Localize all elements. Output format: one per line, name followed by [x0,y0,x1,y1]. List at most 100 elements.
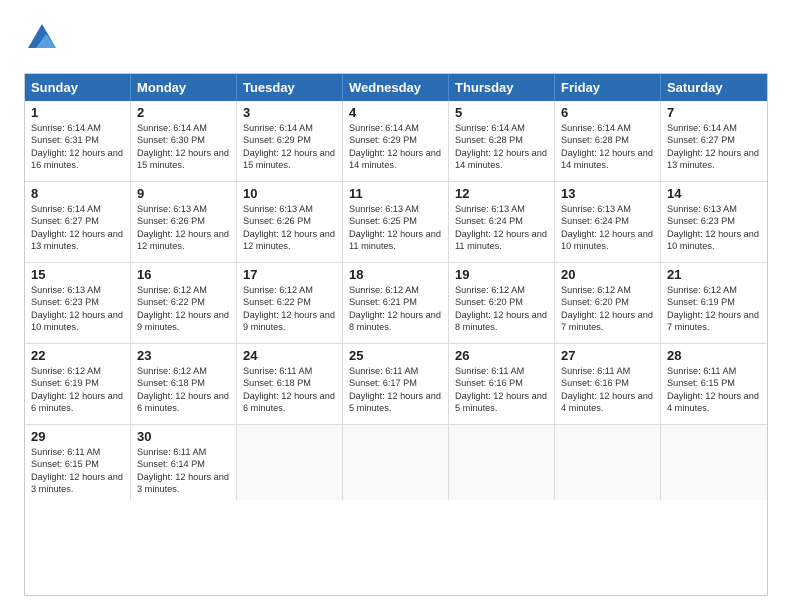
calendar-cell [237,425,343,500]
calendar-cell: 8 Sunrise: 6:14 AMSunset: 6:27 PMDaylight… [25,182,131,262]
cell-text: Sunrise: 6:14 AMSunset: 6:27 PMDaylight:… [667,122,761,172]
day-number: 19 [455,267,548,282]
day-number: 8 [31,186,124,201]
day-number: 9 [137,186,230,201]
day-number: 7 [667,105,761,120]
day-number: 6 [561,105,654,120]
cell-text: Sunrise: 6:12 AMSunset: 6:18 PMDaylight:… [137,365,230,415]
calendar-cell: 18 Sunrise: 6:12 AMSunset: 6:21 PMDayligh… [343,263,449,343]
cell-text: Sunrise: 6:13 AMSunset: 6:26 PMDaylight:… [137,203,230,253]
day-number: 29 [31,429,124,444]
calendar: SundayMondayTuesdayWednesdayThursdayFrid… [24,73,768,596]
calendar-cell: 14Sunrise: 6:13 AMSunset: 6:23 PMDayligh… [661,182,767,262]
calendar-cell: 15Sunrise: 6:13 AMSunset: 6:23 PMDayligh… [25,263,131,343]
calendar-cell: 10 Sunrise: 6:13 AMSunset: 6:26 PMDayligh… [237,182,343,262]
calendar-cell: 19 Sunrise: 6:12 AMSunset: 6:20 PMDayligh… [449,263,555,343]
calendar-cell: 16 Sunrise: 6:12 AMSunset: 6:22 PMDayligh… [131,263,237,343]
day-number: 23 [137,348,230,363]
cell-text: Sunrise: 6:13 AMSunset: 6:23 PMDaylight:… [31,284,124,334]
day-number: 11 [349,186,442,201]
day-number: 27 [561,348,654,363]
day-header: Wednesday [343,74,449,101]
day-header: Monday [131,74,237,101]
cell-text: Sunrise: 6:14 AMSunset: 6:31 PMDaylight:… [31,122,124,172]
day-number: 30 [137,429,230,444]
cell-text: Sunrise: 6:12 AMSunset: 6:21 PMDaylight:… [349,284,442,334]
cell-text: Sunrise: 6:14 AMSunset: 6:28 PMDaylight:… [561,122,654,172]
cell-text: Sunrise: 6:14 AMSunset: 6:28 PMDaylight:… [455,122,548,172]
day-number: 28 [667,348,761,363]
calendar-body: 1 Sunrise: 6:14 AMSunset: 6:31 PMDaylight… [25,101,767,500]
calendar-cell: 22 Sunrise: 6:12 AMSunset: 6:19 PMDayligh… [25,344,131,424]
day-number: 10 [243,186,336,201]
cell-text: Sunrise: 6:12 AMSunset: 6:22 PMDaylight:… [137,284,230,334]
day-number: 26 [455,348,548,363]
calendar-cell [661,425,767,500]
logo [24,20,64,61]
day-number: 18 [349,267,442,282]
cell-text: Sunrise: 6:14 AMSunset: 6:29 PMDaylight:… [349,122,442,172]
calendar-cell: 7 Sunrise: 6:14 AMSunset: 6:27 PMDaylight… [661,101,767,181]
calendar-cell: 27 Sunrise: 6:11 AMSunset: 6:16 PMDayligh… [555,344,661,424]
logo-icon [24,20,60,56]
day-number: 25 [349,348,442,363]
cell-text: Sunrise: 6:14 AMSunset: 6:29 PMDaylight:… [243,122,336,172]
cell-text: Sunrise: 6:12 AMSunset: 6:20 PMDaylight:… [455,284,548,334]
cell-text: Sunrise: 6:11 AMSunset: 6:18 PMDaylight:… [243,365,336,415]
calendar-cell: 26 Sunrise: 6:11 AMSunset: 6:16 PMDayligh… [449,344,555,424]
cell-text: Sunrise: 6:11 AMSunset: 6:17 PMDaylight:… [349,365,442,415]
calendar-cell: 12 Sunrise: 6:13 AMSunset: 6:24 PMDayligh… [449,182,555,262]
cell-text: Sunrise: 6:11 AMSunset: 6:15 PMDaylight:… [667,365,761,415]
day-number: 24 [243,348,336,363]
calendar-cell: 23 Sunrise: 6:12 AMSunset: 6:18 PMDayligh… [131,344,237,424]
calendar-cell [555,425,661,500]
day-number: 16 [137,267,230,282]
day-number: 1 [31,105,124,120]
day-number: 13 [561,186,654,201]
cell-text: Sunrise: 6:12 AMSunset: 6:22 PMDaylight:… [243,284,336,334]
calendar-cell: 1 Sunrise: 6:14 AMSunset: 6:31 PMDaylight… [25,101,131,181]
day-header: Friday [555,74,661,101]
cell-text: Sunrise: 6:11 AMSunset: 6:14 PMDaylight:… [137,446,230,496]
calendar-cell: 2 Sunrise: 6:14 AMSunset: 6:30 PMDaylight… [131,101,237,181]
cell-text: Sunrise: 6:12 AMSunset: 6:20 PMDaylight:… [561,284,654,334]
cell-text: Sunrise: 6:13 AMSunset: 6:24 PMDaylight:… [455,203,548,253]
calendar-cell: 11Sunrise: 6:13 AMSunset: 6:25 PMDayligh… [343,182,449,262]
calendar-cell: 9 Sunrise: 6:13 AMSunset: 6:26 PMDaylight… [131,182,237,262]
day-number: 5 [455,105,548,120]
cell-text: Sunrise: 6:14 AMSunset: 6:27 PMDaylight:… [31,203,124,253]
calendar-cell [343,425,449,500]
day-number: 17 [243,267,336,282]
calendar-row: 15Sunrise: 6:13 AMSunset: 6:23 PMDayligh… [25,263,767,344]
cell-text: Sunrise: 6:12 AMSunset: 6:19 PMDaylight:… [31,365,124,415]
day-number: 4 [349,105,442,120]
day-header: Saturday [661,74,767,101]
calendar-cell: 30 Sunrise: 6:11 AMSunset: 6:14 PMDayligh… [131,425,237,500]
day-number: 14 [667,186,761,201]
calendar-cell: 24 Sunrise: 6:11 AMSunset: 6:18 PMDayligh… [237,344,343,424]
day-number: 12 [455,186,548,201]
day-number: 2 [137,105,230,120]
day-number: 22 [31,348,124,363]
calendar-cell: 29 Sunrise: 6:11 AMSunset: 6:15 PMDayligh… [25,425,131,500]
cell-text: Sunrise: 6:11 AMSunset: 6:16 PMDaylight:… [561,365,654,415]
cell-text: Sunrise: 6:13 AMSunset: 6:24 PMDaylight:… [561,203,654,253]
cell-text: Sunrise: 6:13 AMSunset: 6:26 PMDaylight:… [243,203,336,253]
calendar-cell: 13 Sunrise: 6:13 AMSunset: 6:24 PMDayligh… [555,182,661,262]
day-number: 3 [243,105,336,120]
cell-text: Sunrise: 6:11 AMSunset: 6:16 PMDaylight:… [455,365,548,415]
cell-text: Sunrise: 6:11 AMSunset: 6:15 PMDaylight:… [31,446,124,496]
calendar-row: 22 Sunrise: 6:12 AMSunset: 6:19 PMDayligh… [25,344,767,425]
calendar-cell: 20Sunrise: 6:12 AMSunset: 6:20 PMDayligh… [555,263,661,343]
day-header: Tuesday [237,74,343,101]
day-header: Thursday [449,74,555,101]
calendar-row: 8 Sunrise: 6:14 AMSunset: 6:27 PMDaylight… [25,182,767,263]
calendar-cell [449,425,555,500]
calendar-cell: 4 Sunrise: 6:14 AMSunset: 6:29 PMDaylight… [343,101,449,181]
calendar-row: 1 Sunrise: 6:14 AMSunset: 6:31 PMDaylight… [25,101,767,182]
day-number: 21 [667,267,761,282]
cell-text: Sunrise: 6:14 AMSunset: 6:30 PMDaylight:… [137,122,230,172]
calendar-header: SundayMondayTuesdayWednesdayThursdayFrid… [25,74,767,101]
calendar-cell: 25 Sunrise: 6:11 AMSunset: 6:17 PMDayligh… [343,344,449,424]
calendar-cell: 28 Sunrise: 6:11 AMSunset: 6:15 PMDayligh… [661,344,767,424]
